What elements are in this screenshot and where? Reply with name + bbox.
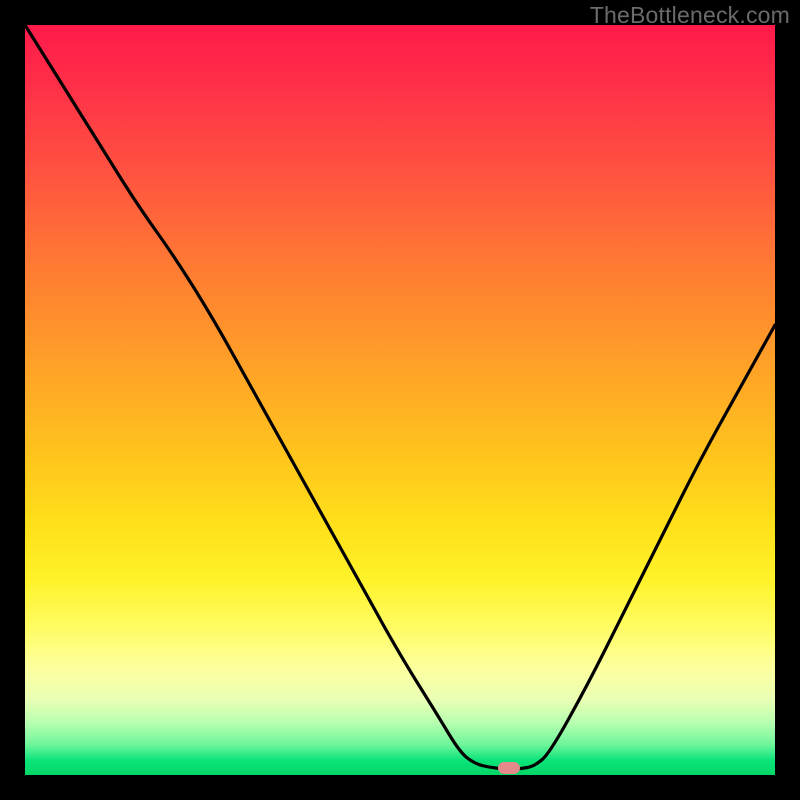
plot-area	[25, 25, 775, 775]
watermark-text: TheBottleneck.com	[590, 2, 790, 29]
curve-path	[25, 25, 775, 769]
optimal-point-marker	[498, 762, 520, 774]
bottleneck-curve	[25, 25, 775, 775]
chart-container: TheBottleneck.com	[0, 0, 800, 800]
